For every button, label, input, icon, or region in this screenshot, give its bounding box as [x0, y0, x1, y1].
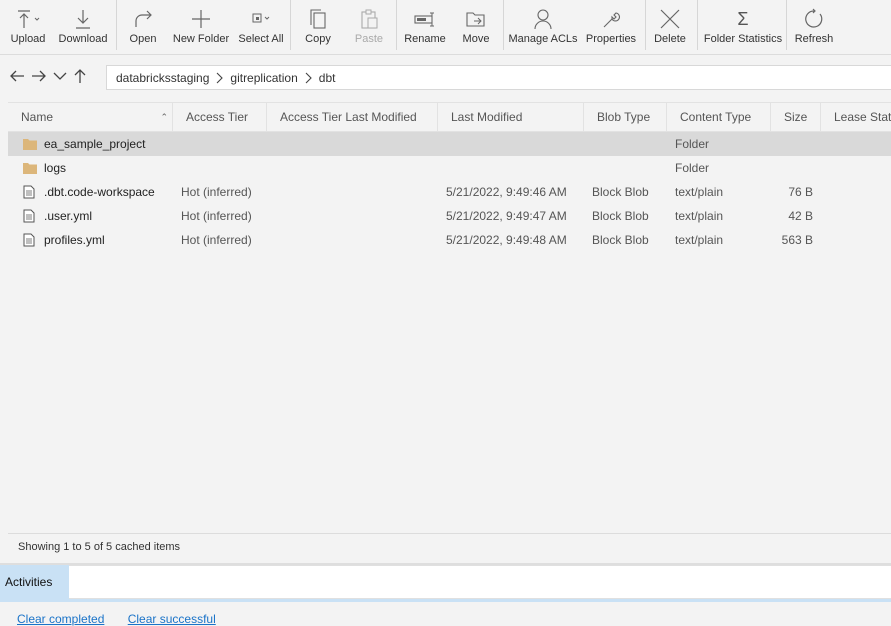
column-header-last-modified[interactable]: Last Modified	[438, 103, 584, 131]
cell-size: 42 B	[788, 209, 813, 223]
navigation-bar: databricksstaging gitreplication dbt	[0, 55, 891, 100]
cell-content-type: Folder	[675, 137, 710, 151]
move-folder-icon	[465, 0, 487, 30]
table-row[interactable]: .user.yml Hot (inferred) 5/21/2022, 9:49:4…	[8, 204, 891, 228]
cell-last-modified	[446, 156, 586, 180]
new-folder-button[interactable]: New Folder	[172, 0, 230, 54]
cell-last-modified	[446, 132, 586, 156]
cell-name: .user.yml	[8, 204, 173, 228]
cell-size	[771, 132, 813, 156]
table-row[interactable]: profiles.yml Hot (inferred) 5/21/2022, 9:4…	[8, 228, 891, 252]
download-button[interactable]: Download	[57, 0, 109, 54]
cell-content-type: text/plain	[675, 209, 724, 223]
person-icon	[532, 0, 554, 30]
activities-tab-strip	[69, 565, 891, 599]
file-icon	[23, 209, 37, 223]
rename-icon	[413, 0, 437, 30]
select-all-button[interactable]: Select All	[238, 0, 284, 54]
column-header-blob-type[interactable]: Blob Type	[584, 103, 667, 131]
cell-blob-type: Block Blob	[592, 233, 649, 247]
refresh-button[interactable]: Refresh	[795, 0, 833, 54]
plus-icon	[190, 0, 212, 30]
cell-last-modified: 5/21/2022, 9:49:48 AM	[446, 233, 567, 247]
breadcrumb[interactable]: databricksstaging gitreplication dbt	[106, 65, 891, 90]
properties-button[interactable]: Properties	[585, 0, 637, 54]
back-arrow-icon[interactable]	[8, 67, 26, 85]
file-icon	[23, 233, 37, 247]
cell-access-tier	[181, 156, 271, 180]
sort-ascending-icon: ⌃	[160, 112, 168, 122]
cell-blob-type	[592, 132, 668, 156]
cell-size	[771, 156, 813, 180]
tab-activities[interactable]: Activities	[0, 565, 69, 599]
breadcrumb-item[interactable]: gitreplication	[230, 71, 297, 85]
open-button[interactable]: Open	[125, 0, 161, 54]
cell-access-tier	[181, 132, 271, 156]
cell-name: logs	[8, 156, 173, 180]
column-header-access-tier-modified[interactable]: Access Tier Last Modified	[267, 103, 438, 131]
copy-button[interactable]: Copy	[300, 0, 336, 54]
file-icon	[23, 185, 37, 199]
column-header-access-tier[interactable]: Access Tier	[173, 103, 267, 131]
folder-statistics-button[interactable]: Σ Folder Statistics	[704, 0, 782, 54]
cell-name: ea_sample_project	[8, 132, 173, 156]
chevron-right-icon	[216, 72, 224, 84]
clear-successful-link[interactable]: Clear successful	[128, 612, 216, 626]
activities-accent-line	[0, 599, 891, 602]
select-all-icon	[249, 0, 273, 30]
cell-access-tier: Hot (inferred)	[181, 209, 252, 223]
sigma-icon: Σ	[737, 9, 749, 29]
activities-actions: Clear completed Clear successful	[17, 612, 236, 626]
cell-blob-type	[592, 156, 668, 180]
copy-icon	[307, 0, 329, 30]
up-arrow-icon[interactable]	[71, 67, 89, 85]
download-icon	[72, 0, 94, 30]
cell-access-tier: Hot (inferred)	[181, 233, 252, 247]
table-row[interactable]: ea_sample_project Folder	[8, 132, 891, 156]
cell-last-modified: 5/21/2022, 9:49:46 AM	[446, 185, 567, 199]
cell-size: 76 B	[788, 185, 813, 199]
refresh-icon	[803, 0, 825, 30]
chevron-right-icon	[305, 72, 312, 84]
cell-access-tier: Hot (inferred)	[181, 185, 252, 199]
grid-header: Name ⌃ Access Tier Access Tier Last Modi…	[8, 103, 891, 132]
cell-name: .dbt.code-workspace	[8, 180, 173, 204]
cell-last-modified: 5/21/2022, 9:49:47 AM	[446, 209, 567, 223]
column-header-size[interactable]: Size	[771, 103, 821, 131]
cell-blob-type: Block Blob	[592, 185, 649, 199]
forward-arrow-icon[interactable]	[30, 67, 48, 85]
open-arrow-icon	[132, 0, 154, 30]
upload-button[interactable]: Upload	[8, 0, 48, 54]
rename-button[interactable]: Rename	[404, 0, 446, 54]
cell-content-type: Folder	[675, 161, 710, 175]
cell-size: 563 B	[781, 233, 813, 247]
move-button[interactable]: Move	[458, 0, 494, 54]
toolbar: Upload Download Open New Folder Select A…	[0, 0, 891, 55]
upload-icon	[15, 0, 41, 30]
manage-acls-button[interactable]: Manage ACLs	[508, 0, 578, 54]
paste-icon	[358, 0, 380, 30]
clear-completed-link[interactable]: Clear completed	[17, 612, 104, 626]
column-header-content-type[interactable]: Content Type	[667, 103, 771, 131]
breadcrumb-item[interactable]: databricksstaging	[116, 71, 209, 85]
folder-icon	[23, 137, 37, 151]
folder-icon	[23, 161, 37, 175]
column-header-name[interactable]: Name ⌃	[8, 103, 173, 131]
paste-button[interactable]: Paste	[352, 0, 386, 54]
table-row[interactable]: .dbt.code-workspace Hot (inferred) 5/21/20…	[8, 180, 891, 204]
cell-blob-type: Block Blob	[592, 209, 649, 223]
cell-content-type: text/plain	[675, 185, 724, 199]
close-x-icon	[659, 0, 681, 30]
delete-button[interactable]: Delete	[652, 0, 688, 54]
activities-panel: Activities Clear completed Clear success…	[0, 565, 891, 626]
breadcrumb-item[interactable]: dbt	[319, 71, 336, 85]
file-grid: Name ⌃ Access Tier Access Tier Last Modi…	[8, 102, 891, 533]
cell-name: profiles.yml	[8, 228, 173, 252]
chevron-down-icon[interactable]	[51, 67, 69, 85]
table-row[interactable]: logs Folder	[8, 156, 891, 180]
column-header-lease-state[interactable]: Lease State	[821, 103, 891, 131]
status-bar: Showing 1 to 5 of 5 cached items	[8, 533, 891, 560]
cell-content-type: text/plain	[675, 233, 724, 247]
wrench-icon	[600, 0, 622, 30]
